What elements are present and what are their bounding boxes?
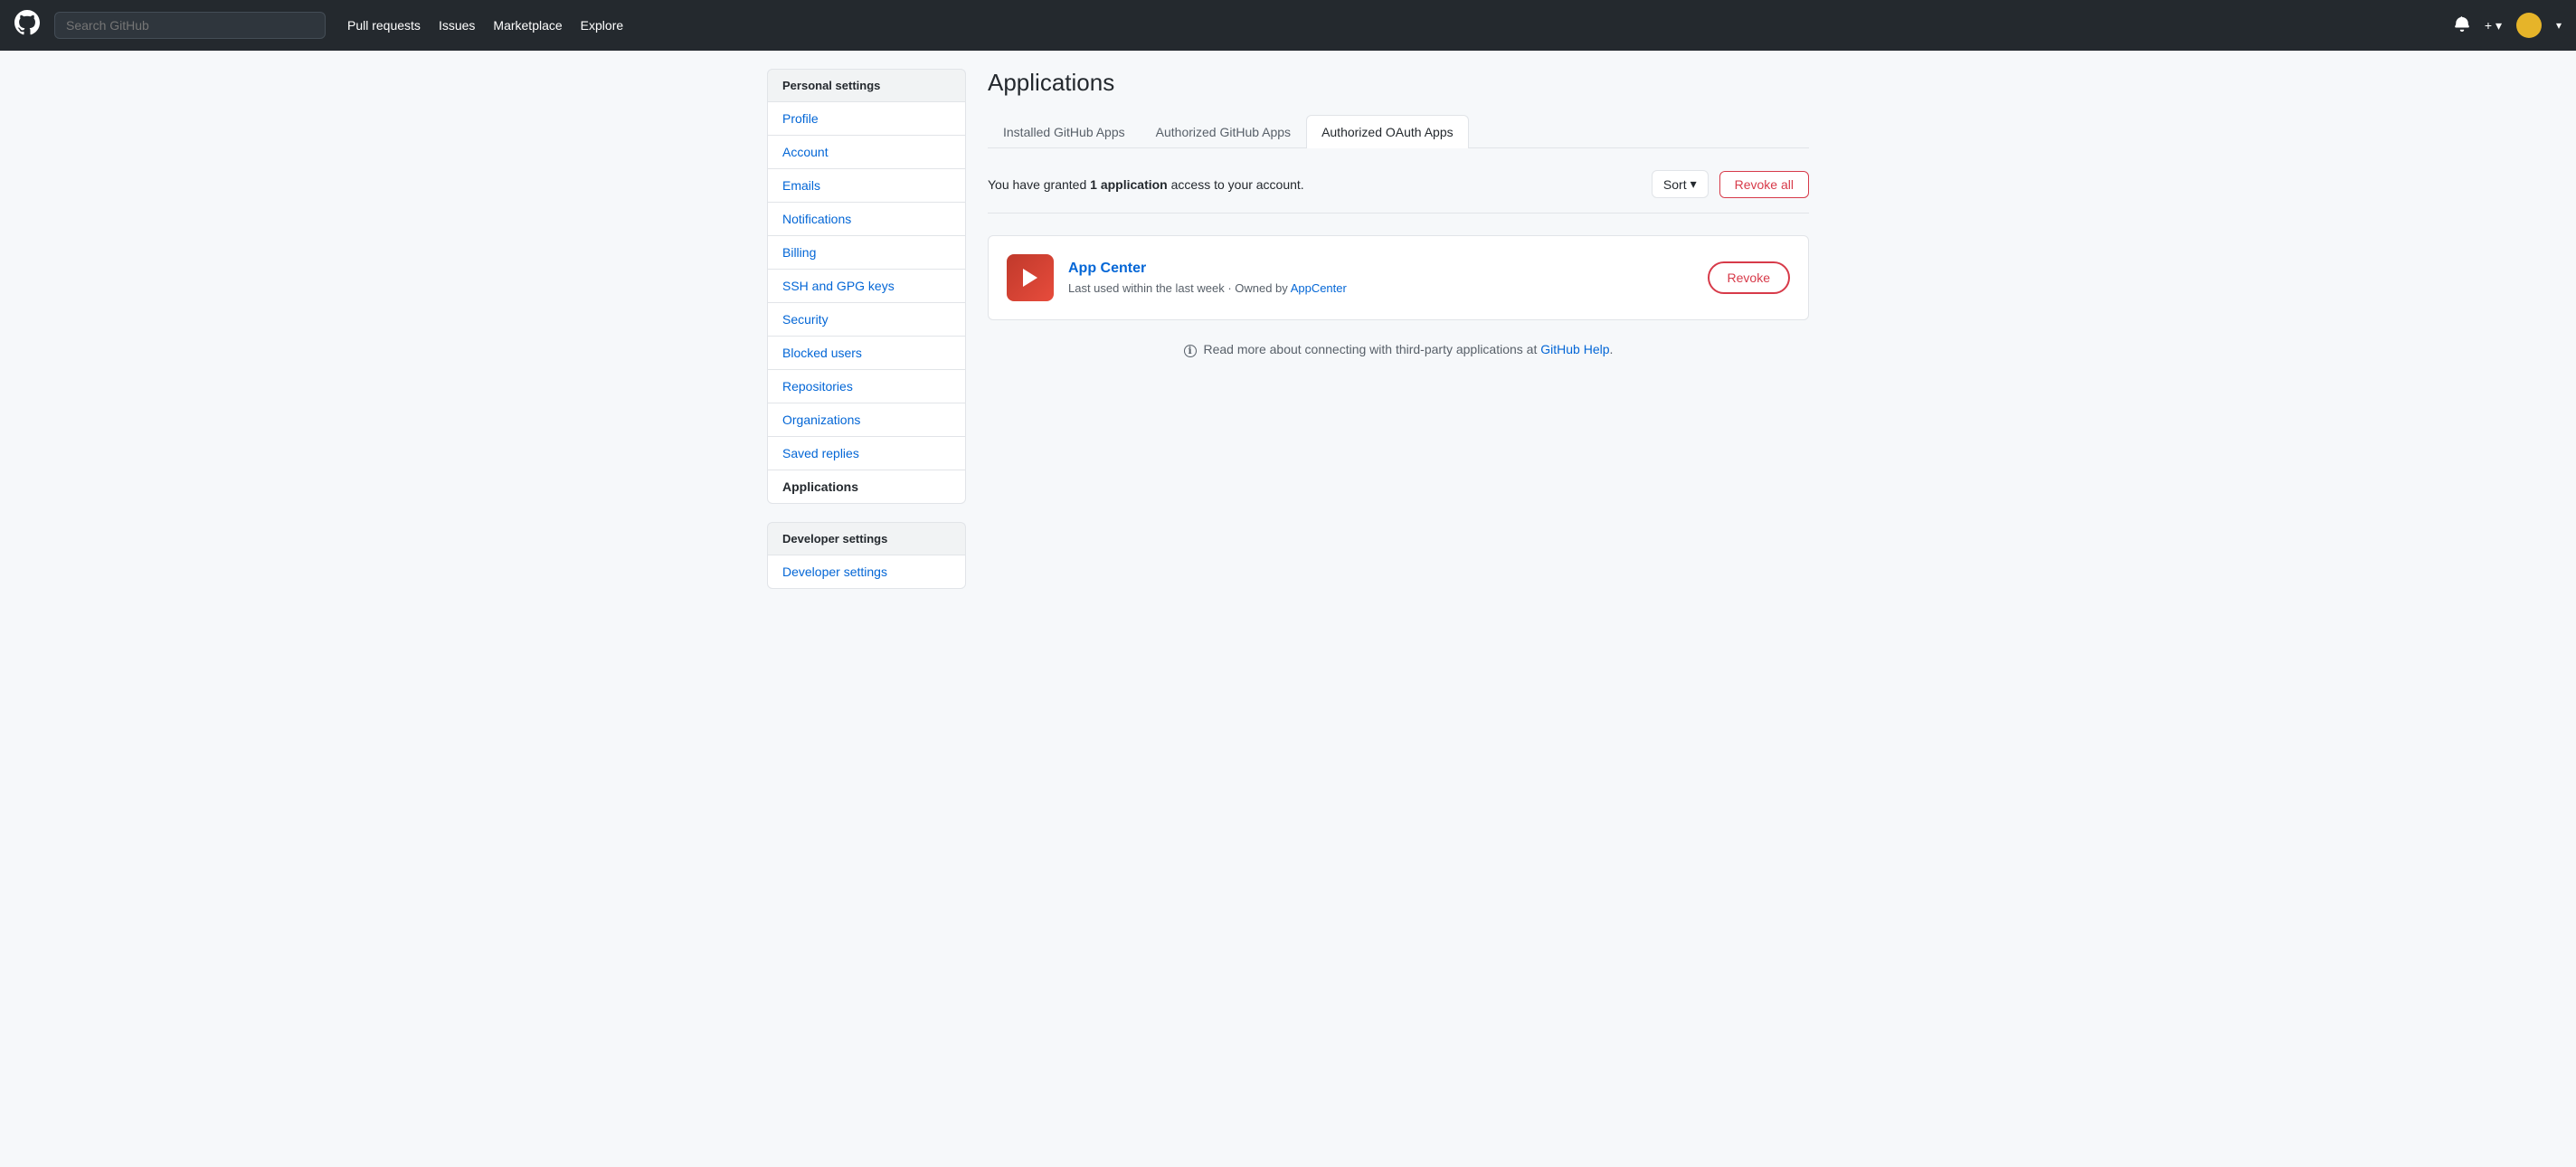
app-meta-prefix: Last used within the last week · Owned b… bbox=[1068, 281, 1291, 295]
navbar-marketplace[interactable]: Marketplace bbox=[493, 18, 562, 33]
navbar-explore[interactable]: Explore bbox=[581, 18, 623, 33]
page-title: Applications bbox=[988, 69, 1809, 97]
info-count: 1 bbox=[1090, 177, 1097, 192]
page-layout: Personal settings Profile Account Emails… bbox=[745, 0, 1831, 625]
revoke-button[interactable]: Revoke bbox=[1708, 261, 1790, 294]
navbar-right: + ▾ ▾ bbox=[2454, 13, 2562, 38]
navbar-pull-requests[interactable]: Pull requests bbox=[347, 18, 421, 33]
sidebar-personal-settings-header: Personal settings bbox=[767, 69, 966, 101]
tabs: Installed GitHub Apps Authorized GitHub … bbox=[988, 115, 1809, 148]
info-note-suffix: . bbox=[1610, 342, 1614, 356]
sidebar-item-notifications[interactable]: Notifications bbox=[768, 203, 965, 236]
info-text: You have granted 1 application access to… bbox=[988, 177, 1304, 192]
navbar-issues[interactable]: Issues bbox=[439, 18, 475, 33]
sidebar-item-applications[interactable]: Applications bbox=[768, 470, 965, 503]
sidebar-item-profile[interactable]: Profile bbox=[768, 102, 965, 136]
app-icon bbox=[1007, 254, 1054, 301]
search-input[interactable] bbox=[54, 12, 326, 39]
info-suffix: access to your account. bbox=[1168, 177, 1304, 192]
info-note-prefix: Read more about connecting with third-pa… bbox=[1203, 342, 1540, 356]
revoke-all-button[interactable]: Revoke all bbox=[1719, 171, 1809, 198]
tab-installed-apps[interactable]: Installed GitHub Apps bbox=[988, 115, 1141, 148]
info-prefix: You have granted bbox=[988, 177, 1090, 192]
sort-label: Sort bbox=[1663, 177, 1687, 192]
main-content: Applications Installed GitHub Apps Autho… bbox=[988, 69, 1809, 589]
info-bar: You have granted 1 application access to… bbox=[988, 170, 1809, 198]
user-avatar[interactable] bbox=[2516, 13, 2542, 38]
sidebar-item-developer-settings[interactable]: Developer settings bbox=[768, 555, 965, 588]
info-note: ℹ Read more about connecting with third-… bbox=[988, 342, 1809, 357]
sidebar: Personal settings Profile Account Emails… bbox=[767, 69, 966, 589]
sidebar-item-saved-replies[interactable]: Saved replies bbox=[768, 437, 965, 470]
github-help-link[interactable]: GitHub Help bbox=[1540, 342, 1609, 356]
sort-button[interactable]: Sort ▾ bbox=[1652, 170, 1709, 198]
github-logo[interactable] bbox=[14, 10, 40, 42]
sidebar-item-ssh-gpg[interactable]: SSH and GPG keys bbox=[768, 270, 965, 303]
sidebar-item-blocked-users[interactable]: Blocked users bbox=[768, 337, 965, 370]
app-name-link[interactable]: App Center bbox=[1068, 261, 1347, 277]
app-meta: Last used within the last week · Owned b… bbox=[1068, 281, 1347, 295]
sidebar-item-billing[interactable]: Billing bbox=[768, 236, 965, 270]
info-icon: ℹ bbox=[1184, 345, 1197, 357]
sidebar-item-organizations[interactable]: Organizations bbox=[768, 403, 965, 437]
sidebar-item-security[interactable]: Security bbox=[768, 303, 965, 337]
app-owner-link[interactable]: AppCenter bbox=[1291, 281, 1347, 295]
navbar: Pull requests Issues Marketplace Explore… bbox=[0, 0, 2576, 51]
tab-authorized-apps[interactable]: Authorized GitHub Apps bbox=[1141, 115, 1306, 148]
sidebar-item-repositories[interactable]: Repositories bbox=[768, 370, 965, 403]
sidebar-developer-header: Developer settings bbox=[767, 522, 966, 555]
app-details: App Center Last used within the last wee… bbox=[1068, 261, 1347, 295]
sidebar-item-account[interactable]: Account bbox=[768, 136, 965, 169]
app-card: App Center Last used within the last wee… bbox=[988, 235, 1809, 320]
sidebar-developer-section: Developer settings Developer settings bbox=[767, 522, 966, 589]
notification-icon[interactable] bbox=[2454, 15, 2470, 36]
avatar-caret[interactable]: ▾ bbox=[2556, 19, 2562, 32]
sort-caret-icon: ▾ bbox=[1690, 176, 1697, 192]
navbar-links: Pull requests Issues Marketplace Explore bbox=[347, 18, 623, 33]
info-middle: application bbox=[1097, 177, 1168, 192]
tab-oauth-apps[interactable]: Authorized OAuth Apps bbox=[1306, 115, 1469, 148]
sidebar-developer-nav: Developer settings bbox=[767, 555, 966, 589]
sidebar-item-emails[interactable]: Emails bbox=[768, 169, 965, 203]
new-plus-button[interactable]: + ▾ bbox=[2485, 18, 2502, 33]
sidebar-nav: Profile Account Emails Notifications Bil… bbox=[767, 101, 966, 504]
info-actions: Sort ▾ Revoke all bbox=[1652, 170, 1809, 198]
app-info: App Center Last used within the last wee… bbox=[1007, 254, 1347, 301]
